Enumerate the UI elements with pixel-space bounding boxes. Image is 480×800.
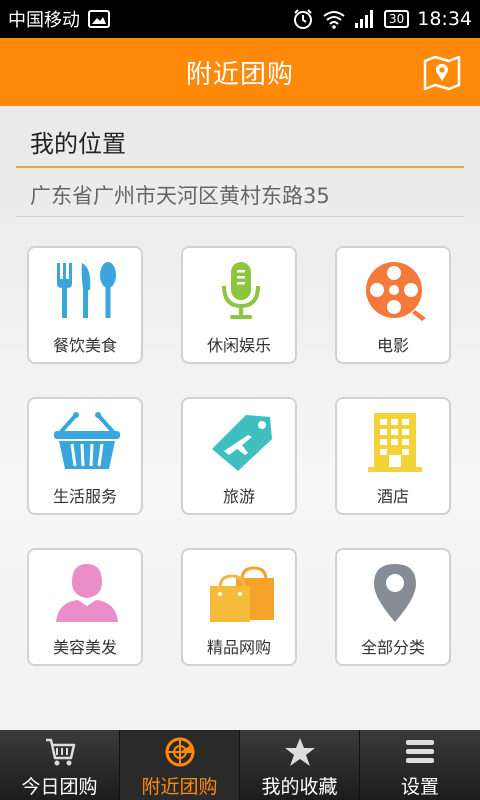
category-movie[interactable]: 电影 — [335, 246, 451, 364]
category-label: 酒店 — [376, 487, 409, 506]
shopping-bags-icon — [210, 566, 274, 622]
category-beauty[interactable]: 美容美发 — [27, 548, 143, 666]
category-all[interactable]: 全部分类 — [335, 548, 451, 666]
plane-tag-icon — [212, 415, 272, 471]
woman-icon — [56, 564, 118, 622]
category-label: 休闲娱乐 — [206, 336, 271, 355]
nav-label: 附近团购 — [141, 776, 218, 798]
map-icon[interactable] — [422, 52, 462, 92]
signal-icon — [354, 10, 373, 28]
cart-icon — [46, 738, 76, 766]
radar-icon — [165, 737, 195, 767]
microphone-icon — [222, 262, 260, 319]
nav-nearby-deals[interactable]: 附近团购 — [120, 730, 240, 800]
address-divider — [16, 216, 464, 217]
map-pin-icon — [374, 564, 416, 622]
wifi-icon — [323, 11, 345, 29]
nav-settings[interactable]: 设置 — [360, 730, 480, 800]
location-address[interactable]: 广东省广州市天河区黄村东路35 — [30, 180, 330, 210]
category-entertainment[interactable]: 休闲娱乐 — [181, 246, 297, 364]
location-title: 我的位置 — [30, 130, 126, 158]
nav-label: 今日团购 — [21, 776, 98, 798]
page-title: 附近团购 — [185, 59, 294, 90]
category-life-service[interactable]: 生活服务 — [27, 397, 143, 515]
bottom-nav: 今日团购 附近团购 我的收藏 设置 — [0, 730, 480, 800]
nav-label: 设置 — [400, 776, 439, 798]
clock: 18:34 — [417, 8, 472, 30]
nav-label: 我的收藏 — [261, 776, 338, 798]
star-icon — [285, 738, 315, 766]
category-label: 电影 — [376, 336, 409, 355]
category-label: 精品网购 — [206, 638, 271, 657]
category-hotel[interactable]: 酒店 — [335, 397, 451, 515]
carrier-label: 中国移动 — [8, 10, 80, 31]
nav-today-deals[interactable]: 今日团购 — [0, 730, 120, 800]
menu-icon — [406, 740, 434, 763]
location-divider — [16, 166, 464, 168]
category-travel[interactable]: 旅游 — [181, 397, 297, 515]
image-notification-icon — [88, 10, 110, 28]
basket-icon — [54, 412, 120, 469]
category-label: 全部分类 — [360, 638, 425, 657]
main-content: 我的位置 广东省广州市天河区黄村东路35 餐饮美食 休闲娱乐 电影 生活服务 旅… — [0, 106, 480, 730]
utensils-icon — [57, 262, 116, 318]
nav-favorites[interactable]: 我的收藏 — [240, 730, 360, 800]
app-header: 附近团购 — [0, 38, 480, 106]
category-label: 餐饮美食 — [52, 336, 117, 355]
category-online-shopping[interactable]: 精品网购 — [181, 548, 297, 666]
category-label: 旅游 — [222, 487, 255, 506]
category-label: 生活服务 — [52, 487, 117, 506]
status-bar: 中国移动 30 18:34 — [0, 0, 480, 38]
film-reel-icon — [366, 262, 426, 321]
category-food[interactable]: 餐饮美食 — [27, 246, 143, 364]
category-label: 美容美发 — [52, 638, 117, 657]
battery-indicator: 30 — [383, 10, 410, 28]
alarm-icon — [293, 9, 312, 29]
building-icon — [368, 413, 422, 472]
